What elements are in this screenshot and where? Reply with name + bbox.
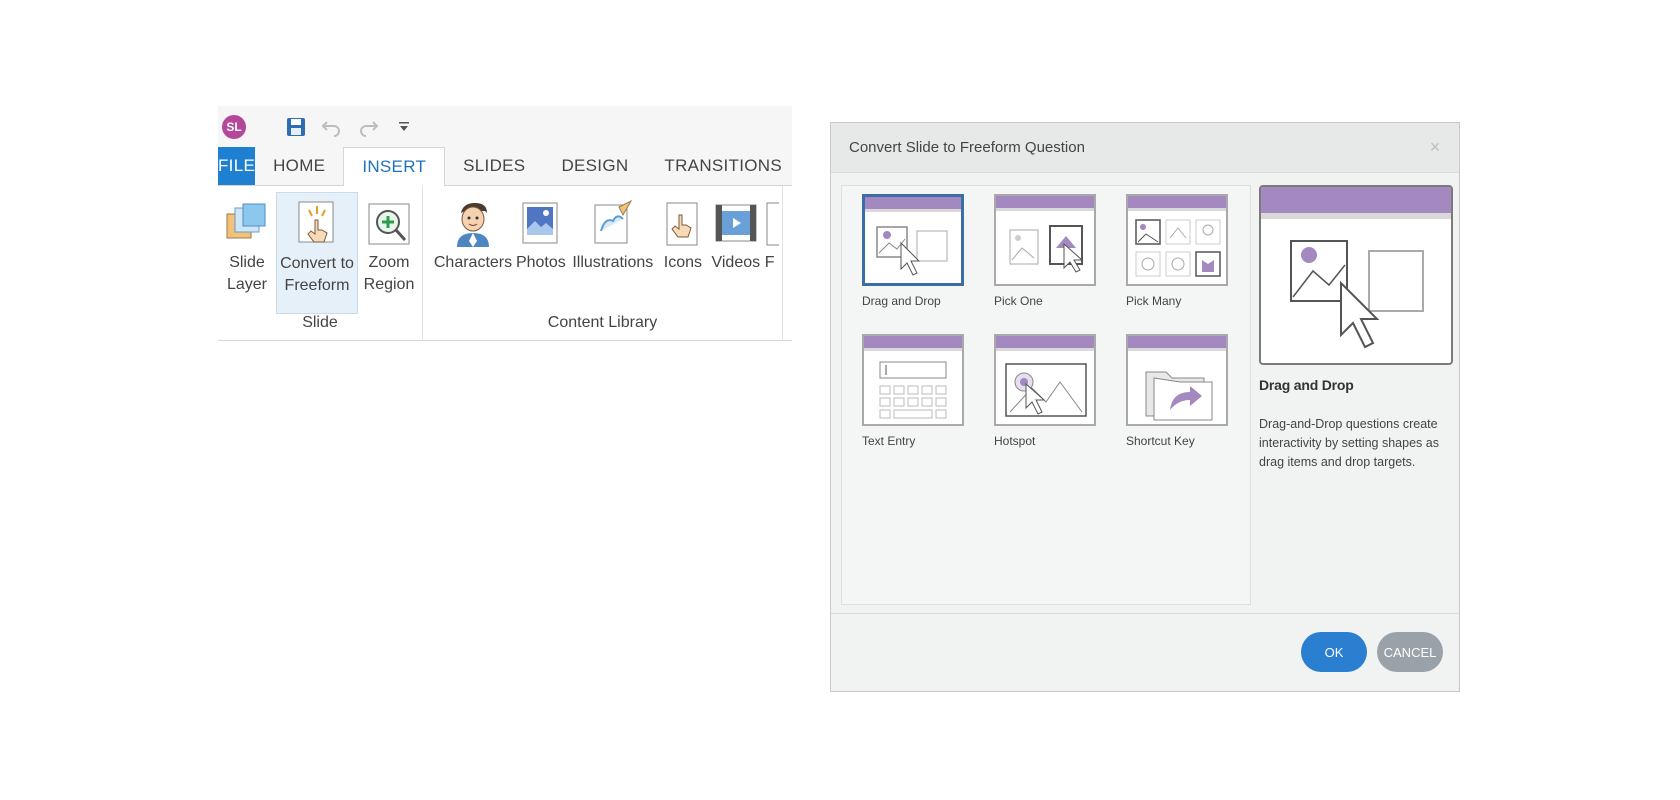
tab-insert[interactable]: INSERT — [343, 147, 446, 186]
question-type-shortcut-key[interactable]: Shortcut Key — [1126, 334, 1230, 448]
group-slide: Slide Layer Convert to Freeform Zoom Reg… — [218, 186, 423, 340]
cancel-button[interactable]: CANCEL — [1377, 632, 1443, 672]
hotspot-label: Hotspot — [994, 434, 1036, 448]
photos-label: Photos — [515, 254, 566, 271]
convert-label-1: Convert to — [280, 255, 354, 272]
zoom-region-icon — [365, 196, 413, 252]
characters-label: Characters — [433, 254, 513, 271]
videos-label: Videos — [711, 254, 761, 271]
undo-icon[interactable] — [314, 112, 350, 142]
question-type-pick-one[interactable]: Pick One — [994, 194, 1098, 308]
more-button-partial[interactable]: F — [763, 192, 782, 314]
characters-button[interactable]: Characters — [433, 192, 513, 314]
slide-layer-label-1: Slide — [229, 254, 265, 271]
hotspot-thumbnail — [994, 334, 1096, 426]
zoom-label-2: Region — [363, 276, 415, 293]
videos-button[interactable]: Videos — [709, 192, 763, 314]
pick-one-thumbnail — [994, 194, 1096, 286]
videos-icon — [712, 196, 760, 252]
zoom-region-button[interactable]: Zoom Region — [358, 192, 420, 314]
illustrations-label: Illustrations — [572, 254, 654, 271]
ribbon-tabs: FILE HOME INSERT SLIDES DESIGN TRANSITIO… — [218, 147, 792, 186]
shortcut-key-label: Shortcut Key — [1126, 434, 1195, 448]
group-content-library-label: Content Library — [547, 314, 658, 331]
slide-layer-button[interactable]: Slide Layer — [218, 192, 276, 314]
dialog-title-bar: Convert Slide to Freeform Question × — [831, 123, 1459, 173]
icons-button[interactable]: Icons — [657, 192, 709, 314]
slide-layer-label-2: Layer — [226, 276, 268, 293]
convert-label-2: Freeform — [284, 277, 350, 294]
redo-icon[interactable] — [350, 112, 386, 142]
photos-button[interactable]: Photos — [513, 192, 569, 314]
convert-freeform-icon — [293, 197, 341, 253]
tab-file[interactable]: FILE — [218, 147, 256, 185]
ribbon: SL FILE HOME INSERT SLIDES DESIGN TRANSI… — [218, 106, 792, 342]
illustrations-icon — [589, 196, 637, 252]
dialog-title: Convert Slide to Freeform Question — [849, 139, 1085, 156]
group-content-library: Characters Photos Illustrations Icons Vi… — [423, 186, 783, 340]
close-icon[interactable]: × — [1425, 137, 1445, 157]
text-entry-thumbnail — [862, 334, 964, 426]
preview-title: Drag and Drop — [1259, 377, 1354, 393]
icons-label: Icons — [663, 254, 703, 271]
question-type-drag-and-drop[interactable]: Drag and Drop — [862, 194, 966, 308]
pick-one-label: Pick One — [994, 294, 1043, 308]
app-logo: SL — [222, 115, 246, 139]
question-type-text-entry[interactable]: Text Entry — [862, 334, 966, 448]
dialog-footer: OK CANCEL — [831, 613, 1459, 691]
question-type-hotspot[interactable]: Hotspot — [994, 334, 1098, 448]
quick-access-toolbar: SL — [218, 106, 792, 148]
question-type-pick-many[interactable]: Pick Many — [1126, 194, 1230, 308]
tab-transitions[interactable]: TRANSITIONS — [646, 147, 792, 185]
tab-slides[interactable]: SLIDES — [445, 147, 543, 185]
convert-to-freeform-button[interactable]: Convert to Freeform — [276, 192, 358, 314]
illustrations-button[interactable]: Illustrations — [569, 192, 657, 314]
shortcut-key-thumbnail — [1126, 334, 1228, 426]
drag-and-drop-thumbnail — [862, 194, 964, 286]
photos-icon — [517, 196, 565, 252]
partial-icon — [765, 196, 779, 252]
slide-layer-icon — [223, 196, 271, 252]
question-type-grid: Drag and Drop Pick One Pick Many Text En… — [841, 185, 1251, 605]
convert-freeform-dialog: Convert Slide to Freeform Question × Dra… — [830, 122, 1460, 692]
tab-home[interactable]: HOME — [255, 147, 343, 185]
pick-many-thumbnail — [1126, 194, 1228, 286]
tab-design[interactable]: DESIGN — [543, 147, 646, 185]
drag-and-drop-label: Drag and Drop — [862, 294, 941, 308]
more-label-partial: F — [764, 254, 775, 271]
character-icon — [449, 196, 497, 252]
icons-icon — [659, 196, 707, 252]
pick-many-label: Pick Many — [1126, 294, 1182, 308]
text-entry-label: Text Entry — [862, 434, 916, 448]
zoom-label-1: Zoom — [368, 254, 410, 271]
preview-description: Drag-and-Drop questions create interacti… — [1259, 417, 1439, 469]
ok-button[interactable]: OK — [1301, 632, 1367, 672]
preview-image — [1259, 185, 1453, 365]
ribbon-body: Slide Layer Convert to Freeform Zoom Reg… — [218, 186, 792, 341]
question-type-preview: Drag and Drop Drag-and-Drop questions cr… — [1259, 185, 1454, 605]
group-slide-label: Slide — [302, 314, 338, 331]
customize-qat-icon[interactable] — [386, 112, 422, 142]
save-icon[interactable] — [278, 112, 314, 142]
